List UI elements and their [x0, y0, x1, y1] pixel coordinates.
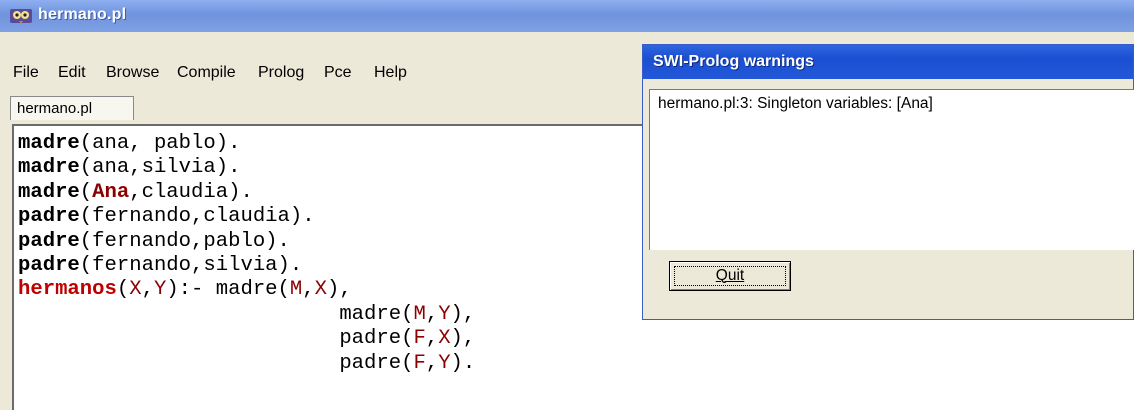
dialog-title: SWI-Prolog warnings [653, 53, 814, 70]
code-text[interactable]: madre(ana, pablo). madre(ana,silvia). madr… [18, 132, 475, 376]
code-line: padre(F,Y). [18, 351, 476, 375]
warning-message: hermano.pl:3: Singleton variables: [Ana] [658, 95, 933, 112]
code-line: padre(fernando,pablo). [18, 229, 290, 253]
tab-hermano-pl[interactable]: hermano.pl [10, 96, 134, 120]
code-line: padre(F,X), [18, 327, 476, 351]
editor-titlebar[interactable]: hermano.pl [0, 0, 1134, 32]
menu-bar: File Edit Browse Compile Prolog Pce Help [0, 56, 640, 90]
menu-prolog[interactable]: Prolog [257, 64, 305, 82]
code-line: hermanos(X,Y):- madre(M,X), [18, 278, 352, 302]
quit-label: Quit [715, 267, 745, 284]
warnings-dialog: SWI-Prolog warnings hermano.pl:3: Single… [642, 44, 1134, 320]
code-line: madre(ana,silvia). [18, 156, 241, 180]
window-title: hermano.pl [38, 6, 127, 23]
menu-compile[interactable]: Compile [176, 64, 237, 82]
code-line: padre(fernando,claudia). [18, 205, 315, 229]
menu-browse[interactable]: Browse [105, 64, 160, 82]
code-line: padre(fernando,silvia). [18, 254, 303, 278]
menu-file[interactable]: File [12, 64, 40, 82]
menu-pce[interactable]: Pce [323, 64, 353, 82]
swi-prolog-owl-icon [10, 9, 32, 24]
code-line: madre(ana, pablo). [18, 132, 241, 155]
quit-button[interactable]: Quit [669, 261, 791, 291]
code-line: madre(M,Y), [18, 302, 476, 326]
menu-edit[interactable]: Edit [57, 64, 87, 82]
menu-help[interactable]: Help [373, 64, 408, 82]
code-line: madre(Ana,claudia). [18, 180, 253, 204]
warnings-titlebar[interactable]: SWI-Prolog warnings [643, 45, 1133, 79]
warnings-message-area[interactable]: hermano.pl:3: Singleton variables: [Ana] [649, 89, 1134, 250]
